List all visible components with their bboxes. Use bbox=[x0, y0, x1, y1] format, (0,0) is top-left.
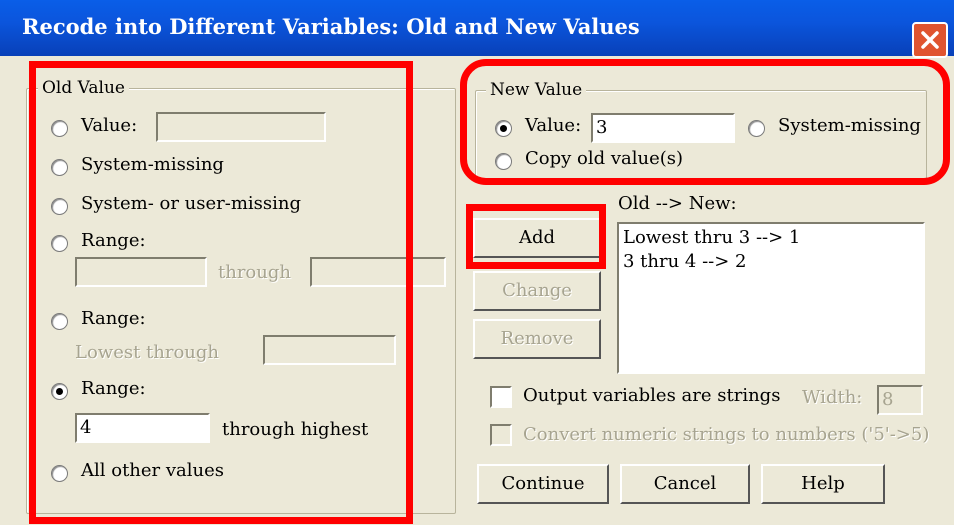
remove-button[interactable]: Remove bbox=[473, 319, 601, 359]
old-system-missing-radio[interactable] bbox=[51, 159, 68, 176]
copy-old-values-label: Copy old value(s) bbox=[525, 148, 684, 169]
convert-numeric-label: Convert numeric strings to numbers ('5'-… bbox=[523, 424, 930, 445]
old-system-or-user-missing-label: System- or user-missing bbox=[81, 193, 301, 214]
add-button[interactable]: Add bbox=[473, 218, 601, 258]
old-value-label: Value: bbox=[81, 115, 138, 136]
new-system-missing-label: System-missing bbox=[778, 115, 921, 136]
width-label: Width: bbox=[802, 387, 863, 408]
old-system-or-user-missing-radio[interactable] bbox=[51, 198, 68, 215]
change-button[interactable]: Change bbox=[473, 271, 601, 311]
window-title: Recode into Different Variables: Old and… bbox=[22, 14, 640, 39]
old-range3-label: Range: bbox=[81, 378, 146, 399]
old-value-group bbox=[26, 88, 456, 514]
old-range1-label: Range: bbox=[81, 230, 146, 251]
new-value-input[interactable]: 3 bbox=[591, 113, 735, 143]
old-system-missing-label: System-missing bbox=[81, 154, 224, 175]
output-strings-label: Output variables are strings bbox=[523, 385, 781, 406]
old-range1-to-input[interactable] bbox=[310, 257, 446, 287]
old-value-input[interactable] bbox=[156, 112, 326, 142]
old-range1-from-input[interactable] bbox=[75, 257, 207, 287]
old-all-other-radio[interactable] bbox=[51, 465, 68, 482]
title-bar[interactable]: Recode into Different Variables: Old and… bbox=[0, 0, 954, 58]
old-range3-radio[interactable] bbox=[51, 383, 68, 400]
recode-dialog: Recode into Different Variables: Old and… bbox=[0, 0, 954, 525]
new-system-missing-radio[interactable] bbox=[748, 120, 765, 137]
old-range1-radio[interactable] bbox=[51, 235, 68, 252]
cancel-button[interactable]: Cancel bbox=[620, 464, 750, 504]
dialog-body: Old Value Value: System-missing System- … bbox=[3, 58, 951, 524]
old-range3-input[interactable]: 4 bbox=[75, 413, 210, 443]
copy-old-values-radio[interactable] bbox=[495, 153, 512, 170]
output-strings-checkbox[interactable] bbox=[490, 386, 512, 408]
old-value-radio[interactable] bbox=[51, 120, 68, 137]
old-range2-input[interactable] bbox=[263, 335, 396, 365]
convert-numeric-checkbox[interactable] bbox=[490, 424, 512, 446]
old-range3-through-highest-label: through highest bbox=[222, 419, 369, 440]
continue-button[interactable]: Continue bbox=[477, 464, 609, 504]
close-button[interactable] bbox=[912, 22, 948, 58]
close-icon bbox=[921, 31, 939, 49]
new-value-label: Value: bbox=[525, 115, 582, 136]
old-range2-lowest-through-label: Lowest through bbox=[75, 342, 220, 363]
old-value-legend: Old Value bbox=[38, 78, 129, 98]
old-range2-radio[interactable] bbox=[51, 313, 68, 330]
old-range1-through-label: through bbox=[218, 262, 291, 283]
new-value-radio[interactable] bbox=[495, 120, 512, 137]
help-button[interactable]: Help bbox=[761, 464, 885, 504]
list-item[interactable]: Lowest thru 3 --> 1 bbox=[623, 226, 919, 250]
old-all-other-label: All other values bbox=[81, 460, 225, 481]
mapping-list[interactable]: Lowest thru 3 --> 1 3 thru 4 --> 2 bbox=[617, 222, 925, 374]
list-item[interactable]: 3 thru 4 --> 2 bbox=[623, 250, 919, 274]
mapping-label: Old --> New: bbox=[618, 193, 737, 214]
new-value-legend: New Value bbox=[486, 80, 587, 100]
old-range2-label: Range: bbox=[81, 308, 146, 329]
width-input[interactable]: 8 bbox=[877, 385, 923, 415]
